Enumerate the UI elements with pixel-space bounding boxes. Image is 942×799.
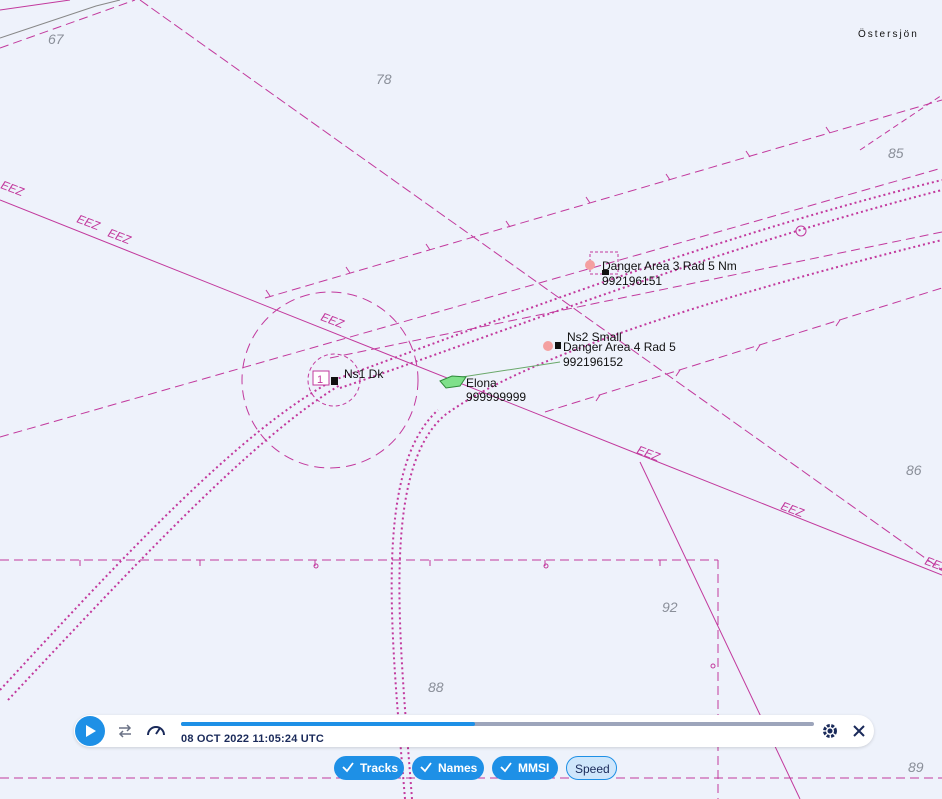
play-button[interactable] xyxy=(75,716,105,746)
swap-icon[interactable] xyxy=(116,723,134,739)
depth-label: 88 xyxy=(428,679,444,695)
eez-label: EEZ xyxy=(75,212,102,234)
eez-label: EEZ xyxy=(923,554,942,576)
check-icon xyxy=(420,762,432,773)
vessel-danger-area-4[interactable]: Ns2 Small Danger Area 4 Rad 5 992196152 xyxy=(543,330,676,369)
vessel-ns1-dk[interactable]: Ns1 Dk xyxy=(331,367,384,385)
check-icon xyxy=(342,762,354,773)
depth-label: 85 xyxy=(888,145,904,161)
vessel-name: Danger Area 3 Rad 5 Nm xyxy=(602,259,737,273)
chart-map[interactable]: EEZ EEZ EEZ EEZ EEZ EEZ EEZ 67 78 85 86 … xyxy=(0,0,942,799)
depth-label: 92 xyxy=(662,599,678,615)
toggle-tracks[interactable]: Tracks xyxy=(334,756,404,780)
buoy-label: 1 xyxy=(317,374,323,386)
playback-timestamp: 08 OCT 2022 11:05:24 UTC xyxy=(181,733,324,745)
toggle-names[interactable]: Names xyxy=(412,756,484,780)
depth-label: 78 xyxy=(376,71,392,87)
vessel-name: Danger Area 4 Rad 5 xyxy=(563,340,676,354)
vessel-tracks xyxy=(0,179,942,799)
depth-label: 86 xyxy=(906,462,922,478)
progress-fill xyxy=(181,722,476,726)
vessel-mmsi: 999999999 xyxy=(466,390,526,404)
chart-symbols xyxy=(313,225,807,669)
toggle-label: Names xyxy=(438,761,478,775)
vessel-name: Elona xyxy=(466,376,497,390)
vessel-danger-area-3[interactable]: Danger Area 3 Rad 5 Nm 992196151 xyxy=(585,259,737,288)
vessel-mmsi: 992196152 xyxy=(563,355,623,369)
depth-label: 89 xyxy=(908,759,924,775)
eez-label: EEZ xyxy=(0,178,26,200)
toggle-label: Speed xyxy=(575,762,610,776)
depth-label: 67 xyxy=(48,31,65,47)
vessel-name: Ns1 Dk xyxy=(344,367,384,381)
close-icon[interactable] xyxy=(851,723,869,739)
vessel-mmsi: 992196151 xyxy=(602,274,662,288)
vessel-elona[interactable]: Elona 999999999 xyxy=(439,361,561,404)
toggle-speed[interactable]: Speed xyxy=(566,756,617,780)
region-label: Östersjön xyxy=(858,28,919,40)
play-icon xyxy=(86,725,96,737)
toggle-label: Tracks xyxy=(360,761,399,775)
check-icon xyxy=(500,762,512,773)
toggle-label: MMSI xyxy=(518,761,550,775)
buoy-marker[interactable]: 1 xyxy=(312,370,330,386)
toggle-mmsi[interactable]: MMSI xyxy=(492,756,558,780)
gear-icon[interactable] xyxy=(821,722,839,738)
eez-label: EEZ xyxy=(635,443,662,465)
progress-track[interactable] xyxy=(181,722,814,726)
lane-ticks xyxy=(79,126,841,566)
eez-label: EEZ xyxy=(779,499,806,521)
playback-bar: 08 OCT 2022 11:05:24 UTC xyxy=(74,715,874,747)
speedometer-icon[interactable] xyxy=(146,721,165,737)
